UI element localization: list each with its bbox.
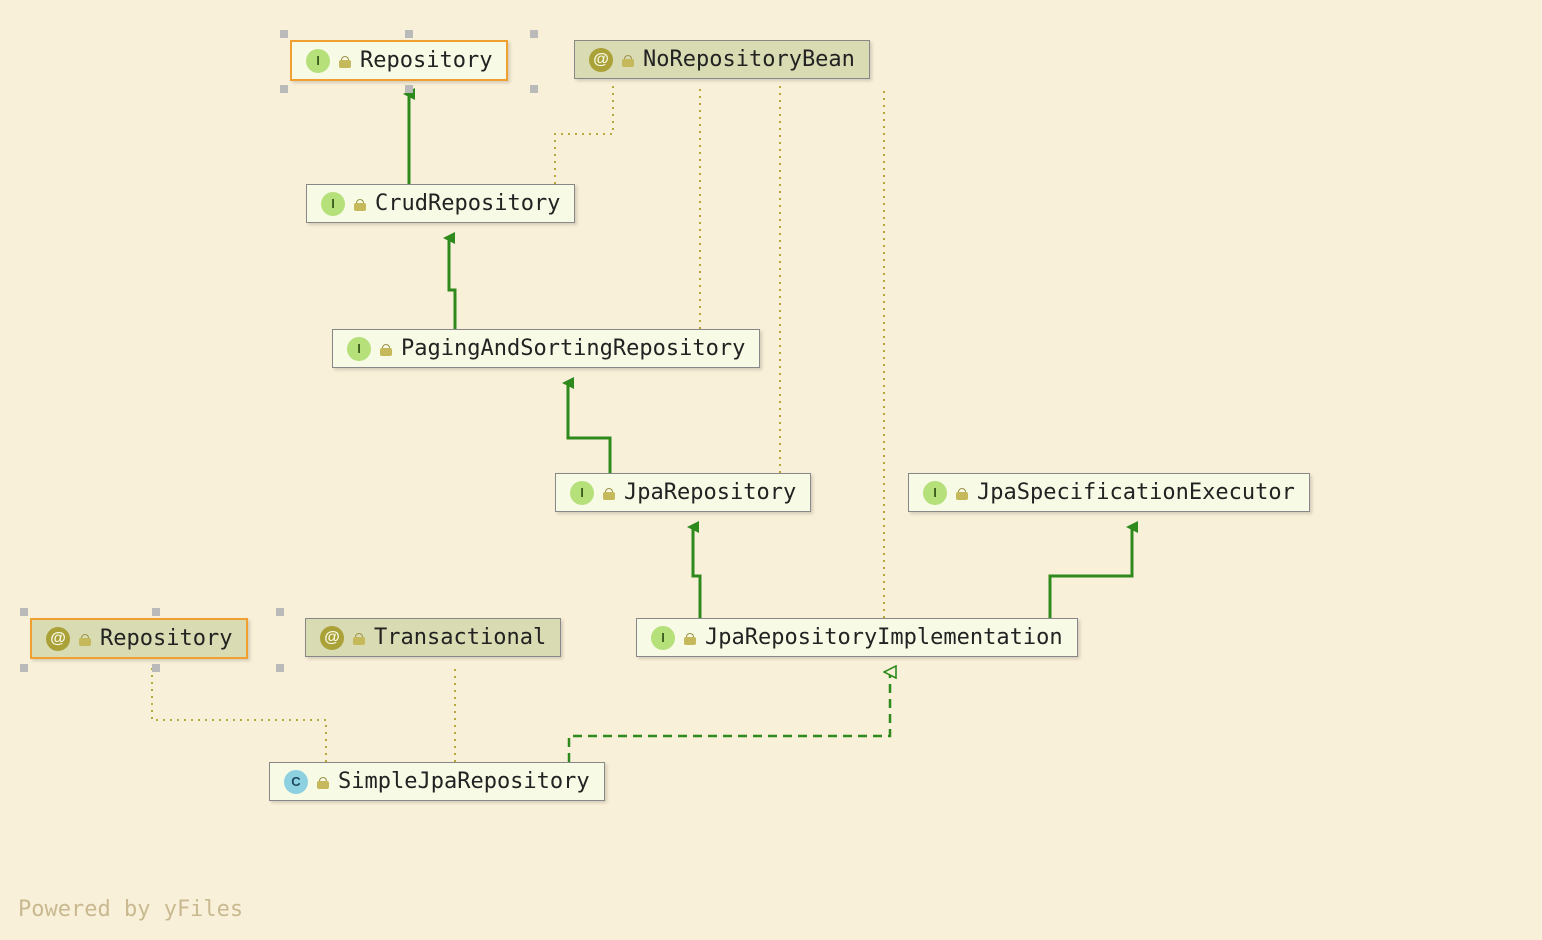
- interface-icon: I: [651, 626, 675, 650]
- selection-handle[interactable]: [20, 664, 28, 672]
- lock-icon: [602, 486, 616, 500]
- selection-handle[interactable]: [530, 30, 538, 38]
- lock-icon: [353, 197, 367, 211]
- selection-handle[interactable]: [20, 608, 28, 616]
- selection-handle[interactable]: [530, 85, 538, 93]
- selection-handle[interactable]: [276, 608, 284, 616]
- lock-icon: [316, 775, 330, 789]
- lock-icon: [78, 632, 92, 646]
- edge-layer: [0, 0, 1542, 940]
- selection-handle[interactable]: [280, 30, 288, 38]
- interface-icon: I: [306, 49, 330, 73]
- lock-icon: [683, 631, 697, 645]
- footer-attribution: Powered by yFiles: [18, 897, 243, 922]
- lock-icon: [955, 486, 969, 500]
- selection-handle[interactable]: [276, 664, 284, 672]
- node-label: JpaRepository: [624, 480, 796, 505]
- diagram-canvas[interactable]: I Repository @ NoRepositoryBean I CrudRe…: [0, 0, 1542, 940]
- node-repository-interface[interactable]: I Repository: [290, 40, 508, 81]
- node-norepositorybean[interactable]: @ NoRepositoryBean: [574, 40, 870, 79]
- lock-icon: [379, 342, 393, 356]
- node-jparepository[interactable]: I JpaRepository: [555, 473, 811, 512]
- node-pagingandsortingrepository[interactable]: I PagingAndSortingRepository: [332, 329, 760, 368]
- node-label: PagingAndSortingRepository: [401, 336, 745, 361]
- node-repository-annotation[interactable]: @ Repository: [30, 618, 248, 659]
- interface-icon: I: [570, 481, 594, 505]
- node-label: JpaSpecificationExecutor: [977, 480, 1295, 505]
- selection-handle[interactable]: [405, 30, 413, 38]
- node-transactional[interactable]: @ Transactional: [305, 618, 561, 657]
- selection-handle[interactable]: [152, 608, 160, 616]
- node-label: NoRepositoryBean: [643, 47, 855, 72]
- lock-icon: [621, 53, 635, 67]
- annotation-icon: @: [320, 626, 344, 650]
- lock-icon: [338, 54, 352, 68]
- node-label: Repository: [360, 48, 492, 73]
- node-jpaspecificationexecutor[interactable]: I JpaSpecificationExecutor: [908, 473, 1310, 512]
- lock-icon: [352, 631, 366, 645]
- node-label: SimpleJpaRepository: [338, 769, 590, 794]
- selection-handle[interactable]: [152, 664, 160, 672]
- node-label: CrudRepository: [375, 191, 560, 216]
- selection-handle[interactable]: [405, 85, 413, 93]
- annotation-icon: @: [46, 627, 70, 651]
- class-icon: C: [284, 770, 308, 794]
- interface-icon: I: [923, 481, 947, 505]
- interface-icon: I: [321, 192, 345, 216]
- selection-handle[interactable]: [280, 85, 288, 93]
- node-jparepositoryimplementation[interactable]: I JpaRepositoryImplementation: [636, 618, 1078, 657]
- node-simplejparepository[interactable]: C SimpleJpaRepository: [269, 762, 605, 801]
- node-label: Transactional: [374, 625, 546, 650]
- annotation-icon: @: [589, 48, 613, 72]
- node-label: Repository: [100, 626, 232, 651]
- node-crudrepository[interactable]: I CrudRepository: [306, 184, 575, 223]
- interface-icon: I: [347, 337, 371, 361]
- node-label: JpaRepositoryImplementation: [705, 625, 1063, 650]
